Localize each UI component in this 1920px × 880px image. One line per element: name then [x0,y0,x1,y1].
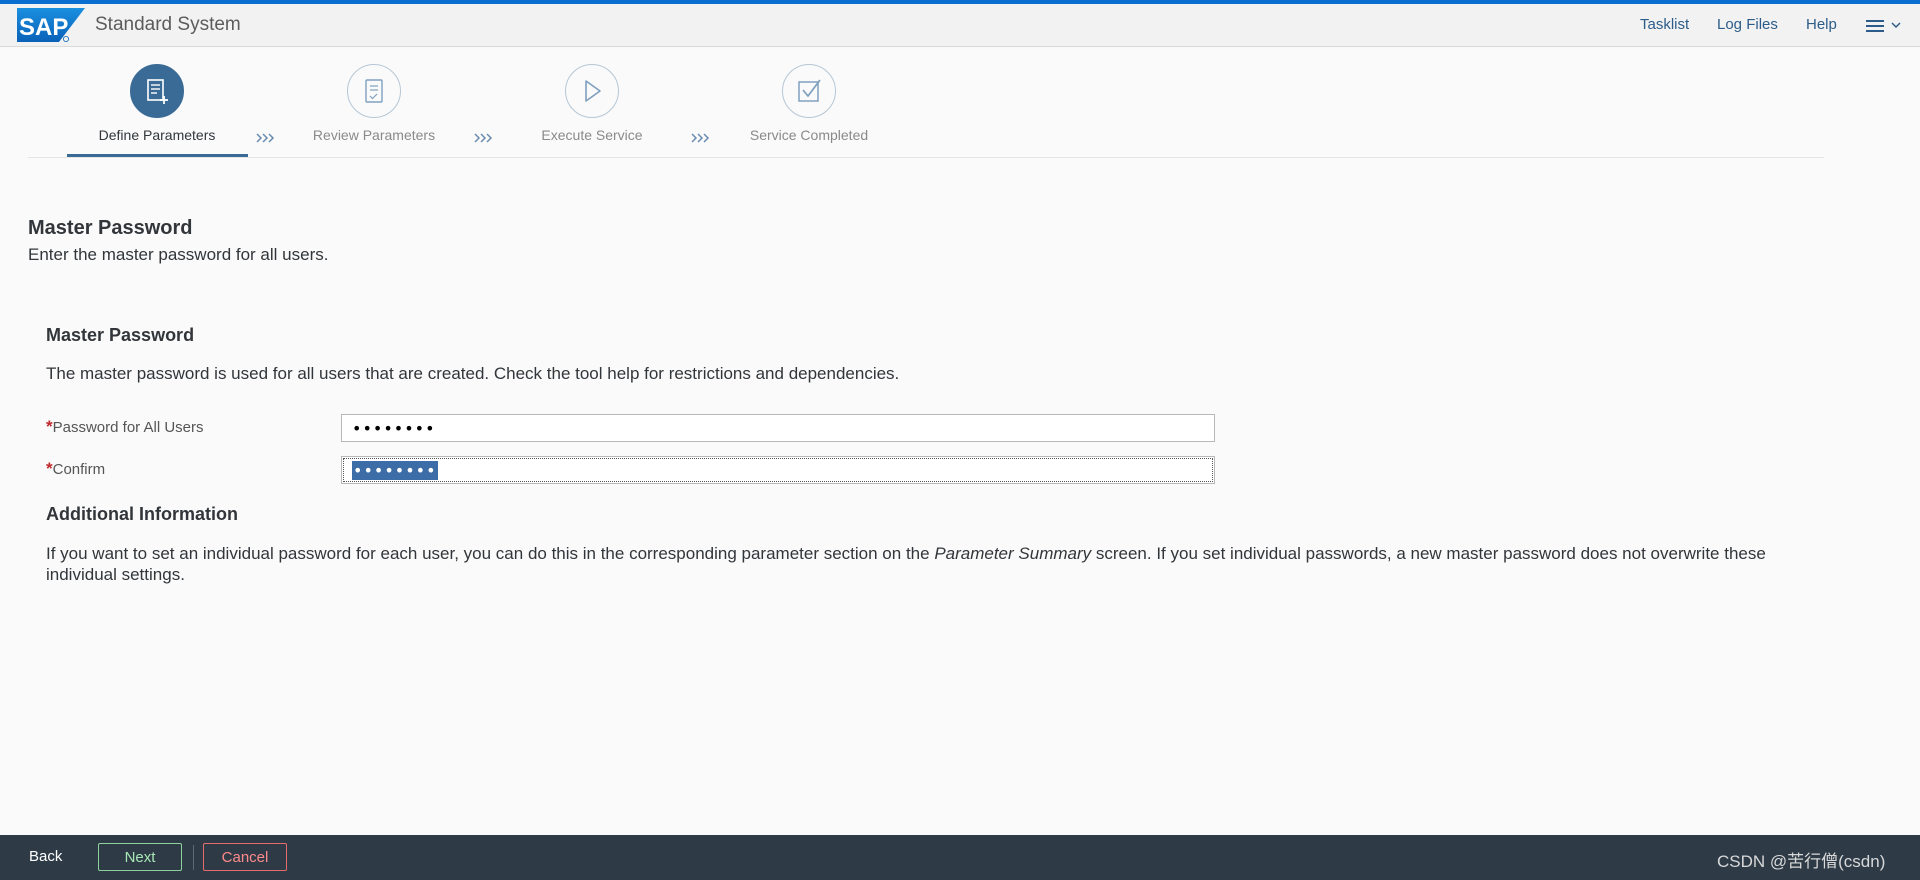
wizard-step-execute-service[interactable]: Execute Service [492,64,692,143]
wizard-step-label: Service Completed [749,127,869,143]
chevron-triple-icon [256,133,275,143]
password-value-selected: •••••••• [352,460,438,480]
section-title: Master Password [46,325,195,345]
wizard-step-circle [130,64,184,118]
wizard-step-circle [565,64,619,118]
watermark: CSDN @苦行僧(csdn) [1717,852,1886,871]
wizard-step-label: Define Parameters [98,127,216,143]
page-title: Master Password [28,217,193,239]
wizard-divider [28,157,1824,158]
footer-toolbar: Back Next Cancel CSDN @苦行僧(csdn) [0,835,1920,880]
define-parameters-icon [147,79,168,104]
wizard-step-review-parameters[interactable]: Review Parameters [274,64,474,143]
hamburger-menu-icon [1866,20,1901,32]
log-files-link[interactable]: Log Files [1717,16,1778,33]
wizard-step-circle [782,64,836,118]
chevron-triple-icon [474,133,493,143]
cancel-button[interactable]: Cancel [203,843,287,871]
wizard-step-define-parameters[interactable]: Define Parameters [57,64,257,143]
password-value: •••••••• [352,418,436,438]
section-description: The master password is used for all user… [46,364,900,383]
confirm-password-label: *Confirm [46,459,105,479]
wizard-step-label: Execute Service [541,127,643,143]
shell-bar: SAP Standard System Tasklist Log Files H… [0,4,1920,47]
wizard-step-service-completed[interactable]: Service Completed [709,64,909,143]
review-parameters-icon [365,79,383,103]
app-title: Standard System [95,14,241,35]
wizard-progress: Define Parameters Review Parameters Exec… [0,47,1920,159]
required-marker: * [46,417,53,436]
help-link[interactable]: Help [1806,16,1837,33]
main-menu-button[interactable] [1862,13,1908,39]
password-all-users-label: *Password for All Users [46,417,204,437]
parameter-summary-emphasis: Parameter Summary [934,544,1092,563]
additional-info-text: If you want to set an individual passwor… [46,543,1786,585]
footer-separator [193,845,194,870]
wizard-step-circle [347,64,401,118]
confirm-password-input[interactable]: •••••••• [341,456,1215,484]
field-label-text: Confirm [52,461,106,478]
info-text-part: If you want to set an individual passwor… [46,544,935,563]
additional-info-title: Additional Information [46,504,238,524]
back-button[interactable]: Back [29,848,62,865]
password-all-users-input[interactable]: •••••••• [341,414,1215,442]
page-subtitle: Enter the master password for all users. [28,245,329,264]
tasklist-link[interactable]: Tasklist [1640,16,1689,33]
sap-logo: SAP [17,8,85,42]
checkbox-checked-icon [798,79,821,102]
next-button[interactable]: Next [98,843,182,871]
chevron-triple-icon [691,133,710,143]
required-marker: * [46,459,53,478]
svg-text:SAP: SAP [19,14,68,41]
wizard-step-label: Review Parameters [312,127,436,143]
field-label-text: Password for All Users [52,419,204,436]
play-icon [585,80,601,102]
